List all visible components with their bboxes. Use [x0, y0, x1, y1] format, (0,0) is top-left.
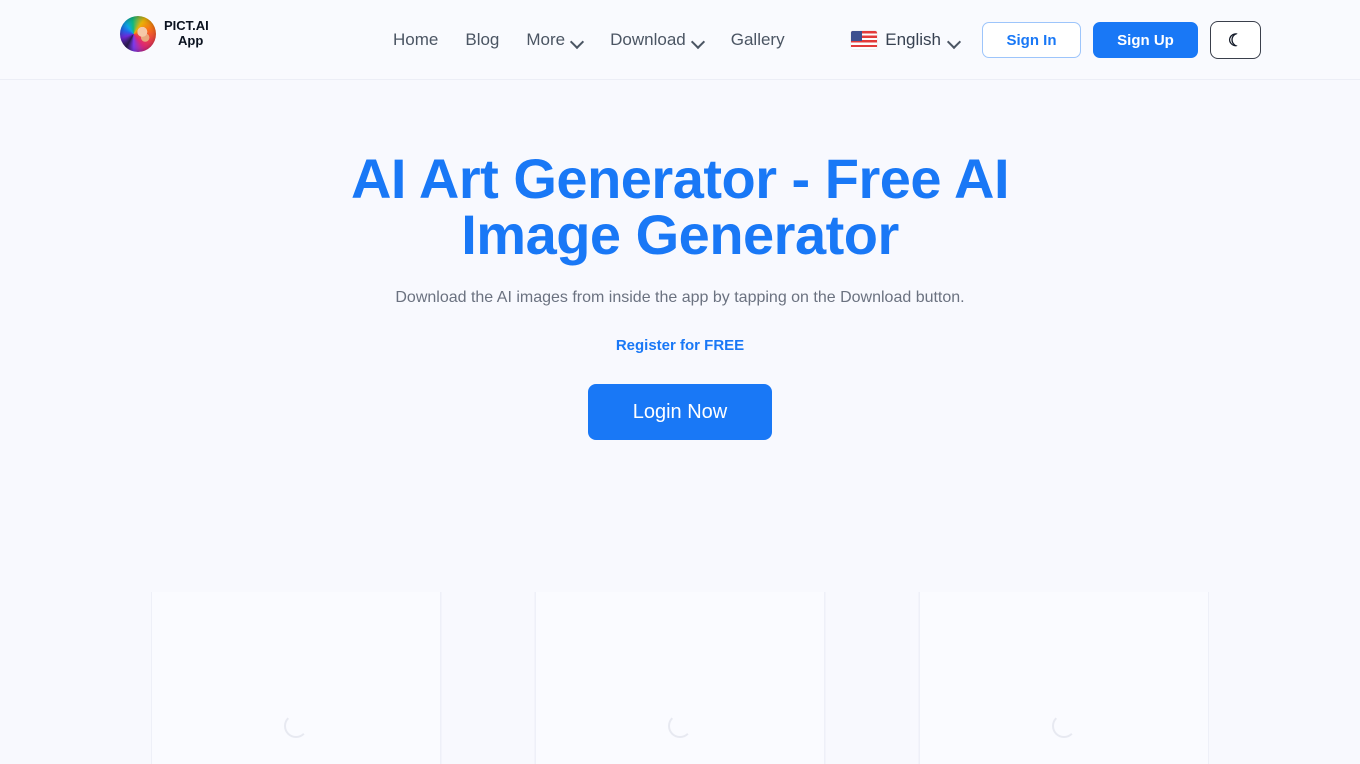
loading-spinner-icon [284, 714, 308, 738]
gallery-column[interactable] [441, 592, 535, 764]
loading-spinner-icon [1052, 714, 1076, 738]
gallery-loading-grid [0, 592, 1360, 764]
nav-item-home-label: Home [393, 30, 439, 49]
chevron-down-icon [949, 36, 960, 47]
language-selector-label: English [885, 30, 941, 49]
gallery-column[interactable] [919, 592, 1209, 764]
language-selector[interactable]: English [851, 30, 960, 50]
brand-name-line1: PICT.AI [164, 18, 209, 34]
sign-up-button[interactable]: Sign Up [1093, 22, 1198, 58]
gallery-column[interactable] [151, 592, 441, 764]
register-for-free-link[interactable]: Register for FREE [616, 337, 744, 354]
nav-item-download[interactable]: Download [610, 30, 704, 50]
login-now-button[interactable]: Login Now [588, 384, 772, 440]
nav-item-blog[interactable]: Blog [465, 30, 499, 50]
header-actions: English Sign In Sign Up ☾ [851, 0, 1261, 80]
site-header: PICT.AI App Home Blog More Download Gall… [0, 0, 1360, 80]
hero-section: AI Art Generator - Free AI Image Generat… [0, 80, 1360, 440]
pict-ai-avatar-icon [120, 16, 156, 52]
nav-item-download-label: Download [610, 30, 686, 49]
nav-item-gallery[interactable]: Gallery [731, 30, 785, 50]
page-title: AI Art Generator - Free AI Image Generat… [350, 147, 1010, 266]
hero-cta-container: Login Now [0, 384, 1360, 440]
gallery-column[interactable] [535, 592, 825, 764]
brand-name-line2: App [178, 33, 204, 48]
nav-item-more[interactable]: More [526, 30, 583, 50]
chevron-down-icon [572, 36, 583, 47]
theme-toggle-button[interactable]: ☾ [1210, 21, 1261, 59]
moon-icon: ☾ [1227, 30, 1244, 50]
chevron-down-icon [693, 36, 704, 47]
nav-item-home[interactable]: Home [393, 30, 438, 50]
sign-in-button[interactable]: Sign In [982, 22, 1081, 58]
nav-item-more-label: More [526, 30, 566, 49]
gallery-column[interactable] [825, 592, 919, 764]
hero-subtitle: Download the AI images from inside the a… [395, 289, 965, 306]
brand-logo-link[interactable]: PICT.AI App [120, 16, 209, 52]
us-flag-icon [851, 31, 878, 49]
loading-spinner-icon [668, 714, 692, 738]
primary-navigation: Home Blog More Download Gallery [393, 0, 785, 80]
brand-name: PICT.AI App [164, 19, 209, 48]
nav-item-blog-label: Blog [465, 30, 500, 49]
nav-item-gallery-label: Gallery [730, 30, 785, 49]
